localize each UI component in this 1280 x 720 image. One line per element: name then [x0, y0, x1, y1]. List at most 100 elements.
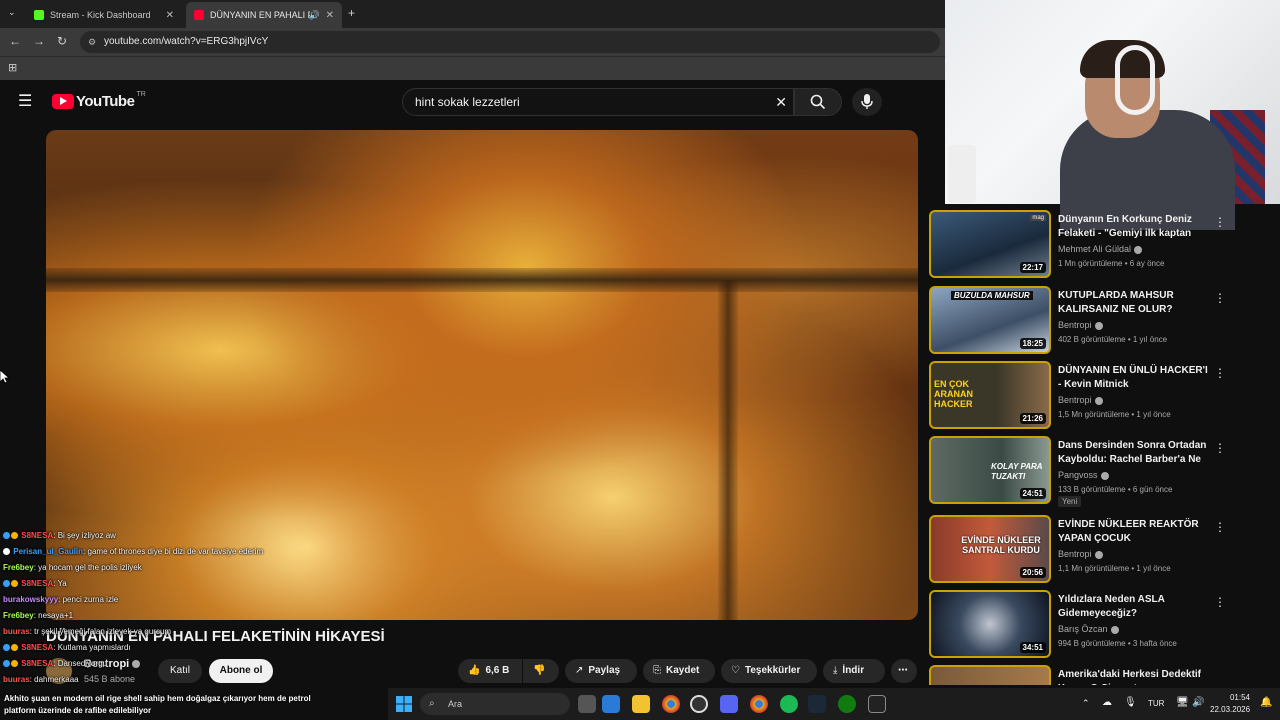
video-thumbnail[interactable]: mag 22:17: [929, 210, 1051, 278]
windows-start-icon[interactable]: [396, 696, 412, 712]
more-options-icon[interactable]: ⋮: [1214, 215, 1226, 229]
video-thumbnail[interactable]: EVİNDE NÜKLEER SANTRAL KURDU 20:56: [929, 515, 1051, 583]
audio-playing-icon[interactable]: 🔊: [309, 10, 320, 21]
tray-overflow-icon[interactable]: ⌃: [1082, 698, 1090, 709]
video-thumbnail[interactable]: 34:51: [929, 590, 1051, 658]
thanks-button[interactable]: ♡ Teşekkürler: [721, 659, 817, 683]
chat-badge-icon: [11, 580, 18, 588]
tab-youtube-video[interactable]: DÜNYANIN EN PAHALI FEL 🔊 ✕: [186, 2, 342, 28]
volume-icon[interactable]: 🔊: [1192, 697, 1204, 708]
video-title[interactable]: Amerika'daki Herkesi Dedektif Yapan O Ci…: [1058, 668, 1208, 685]
more-options-icon[interactable]: ⋮: [1214, 441, 1226, 455]
recommendation-item[interactable]: EN ÇOK ARANAN HACKER 21:26 DÜNYANIN EN Ü…: [928, 361, 1268, 431]
video-duration: 18:25: [1019, 338, 1046, 349]
chat-username: Perisan_ul_Gaulin: [13, 547, 84, 556]
spotify-icon[interactable]: [780, 695, 798, 713]
recommendation-item[interactable]: KOLAY PARA TUZAKTI 24:51 Dans Dersinden …: [928, 436, 1268, 507]
video-title[interactable]: Yıldızlara Neden ASLA Gidemeyeceğiz?: [1058, 593, 1208, 621]
share-button[interactable]: ↗ Paylaş: [565, 659, 637, 683]
chat-badge-icon: [3, 660, 10, 668]
video-title[interactable]: Dans Dersinden Sonra Ortadan Kayboldu: R…: [1058, 439, 1208, 467]
channel-name[interactable]: Mehmet Ali Güldal: [1058, 244, 1143, 254]
new-tab-icon[interactable]: +: [348, 6, 355, 20]
video-thumbnail[interactable]: EN ÇOK ARANAN HACKER 21:26: [929, 361, 1051, 429]
video-duration: 24:51: [1019, 488, 1046, 499]
recommendation-item[interactable]: Amerika'daki Herkesi Dedektif Yapan O Ci…: [928, 665, 1268, 685]
video-thumbnail[interactable]: [929, 665, 1051, 685]
more-options-icon[interactable]: ⋮: [1214, 520, 1226, 534]
language-indicator[interactable]: TUR: [1148, 699, 1164, 708]
more-options-icon[interactable]: ⋮: [1214, 366, 1226, 380]
address-bar[interactable]: ⚙ youtube.com/watch?v=ERG3hpjIVcY: [80, 31, 940, 53]
recommendation-item[interactable]: BUZULDA MAHSUR 18:25 KUTUPLARDA MAHSUR K…: [928, 286, 1268, 356]
channel-name[interactable]: Pangvoss: [1058, 470, 1109, 480]
recommendation-item[interactable]: 34:51 Yıldızlara Neden ASLA Gidemeyeceği…: [928, 590, 1268, 660]
chat-message: buuras: tr şekil yemeği falan izleyek ya…: [3, 627, 172, 636]
video-thumbnail[interactable]: KOLAY PARA TUZAKTI 24:51: [929, 436, 1051, 504]
recommendation-item[interactable]: mag 22:17 Dünyanın En Korkunç Deniz Fela…: [928, 210, 1268, 280]
channel-name[interactable]: Bentropi: [1058, 320, 1103, 330]
recommendation-item[interactable]: EVİNDE NÜKLEER SANTRAL KURDU 20:56 EVİND…: [928, 515, 1268, 585]
video-thumbnail[interactable]: BUZULDA MAHSUR 18:25: [929, 286, 1051, 354]
task-view-icon[interactable]: [578, 695, 596, 713]
apps-grid-icon[interactable]: ⊞: [8, 61, 17, 74]
steam-icon[interactable]: [808, 695, 826, 713]
taskbar-search[interactable]: ⌕ Ara: [420, 693, 570, 715]
video-title[interactable]: EVİNDE NÜKLEER REAKTÖR YAPAN ÇOCUK: [1058, 518, 1208, 546]
heart-dollar-icon: ♡: [731, 665, 740, 676]
menu-hamburger-icon[interactable]: ☰: [18, 91, 32, 111]
chat-username: S8NESA: [21, 643, 54, 652]
forward-icon[interactable]: →: [33, 34, 45, 48]
back-icon[interactable]: ←: [9, 34, 21, 48]
mic-tray-icon[interactable]: 🎙: [1124, 697, 1137, 708]
download-button[interactable]: ⤓ İndir: [823, 659, 885, 683]
tab-title: DÜNYANIN EN PAHALI FEL: [210, 10, 310, 20]
recommendations-list: mag 22:17 Dünyanın En Korkunç Deniz Fela…: [928, 205, 1268, 685]
cloud-icon[interactable]: ☁: [1102, 697, 1112, 708]
microsoft-store-icon[interactable]: [602, 695, 620, 713]
more-options-icon[interactable]: ⋮: [1214, 291, 1226, 305]
chat-text: Dansediyorgu: [57, 659, 108, 668]
chrome-active-icon[interactable]: [750, 695, 768, 713]
close-tab-icon[interactable]: ✕: [166, 10, 174, 21]
video-meta: 1,5 Mn görüntüleme • 1 yıl önce: [1058, 410, 1171, 419]
url-text: youtube.com/watch?v=ERG3hpjIVcY: [104, 36, 269, 47]
video-title[interactable]: Dünyanın En Korkunç Deniz Felaketi - "Ge…: [1058, 213, 1208, 241]
obs-icon[interactable]: [690, 695, 708, 713]
save-button[interactable]: ⎘ Kaydet: [643, 659, 715, 683]
channel-name[interactable]: Barış Özcan: [1058, 624, 1119, 634]
search-button[interactable]: [794, 88, 842, 116]
like-button[interactable]: 👍 6,6 B: [458, 659, 522, 683]
notification-icon[interactable]: 🔔: [1260, 697, 1272, 708]
search-icon: [810, 94, 826, 110]
tab-search-icon[interactable]: ⌄: [8, 7, 16, 18]
channel-name[interactable]: Bentropi: [1058, 549, 1103, 559]
file-explorer-icon[interactable]: [632, 695, 650, 713]
download-icon: ⤓: [833, 665, 838, 676]
chat-username: Fre6bey: [3, 611, 34, 620]
chat-text: dahmerkaaa: [34, 675, 79, 684]
video-title[interactable]: DÜNYANIN EN ÜNLÜ HACKER'I - Kevin Mitnic…: [1058, 364, 1208, 392]
tab-kick-dashboard[interactable]: Stream - Kick Dashboard ✕: [26, 2, 182, 28]
bookmark-icon: ⎘: [653, 665, 661, 676]
chrome-icon[interactable]: [662, 695, 680, 713]
reload-icon[interactable]: ↻: [57, 34, 67, 48]
network-icon[interactable]: 🖥: [1176, 697, 1189, 708]
epic-games-icon[interactable]: [868, 695, 886, 713]
video-title[interactable]: KUTUPLARDA MAHSUR KALIRSANIZ NE OLUR?: [1058, 289, 1208, 317]
more-options-icon[interactable]: ⋮: [1214, 595, 1226, 609]
site-info-icon[interactable]: ⚙: [88, 31, 96, 53]
more-actions-button[interactable]: ⋯: [891, 659, 917, 683]
close-tab-icon[interactable]: ✕: [326, 10, 334, 21]
dislike-button[interactable]: 👎: [523, 659, 559, 683]
youtube-logo[interactable]: YouTube TR: [52, 91, 146, 110]
system-clock[interactable]: 01:54 22.03.2026: [1210, 692, 1250, 716]
search-input[interactable]: hint sokak lezzetleri ✕: [402, 88, 794, 116]
clear-search-icon[interactable]: ✕: [775, 89, 787, 115]
channel-name[interactable]: Bentropi: [1058, 395, 1103, 405]
discord-icon[interactable]: [720, 695, 738, 713]
chat-message: S8NESA: Ya: [3, 576, 67, 592]
xbox-icon[interactable]: [838, 695, 856, 713]
youtube-logo-text: YouTube: [76, 93, 135, 110]
voice-search-button[interactable]: [852, 88, 882, 116]
